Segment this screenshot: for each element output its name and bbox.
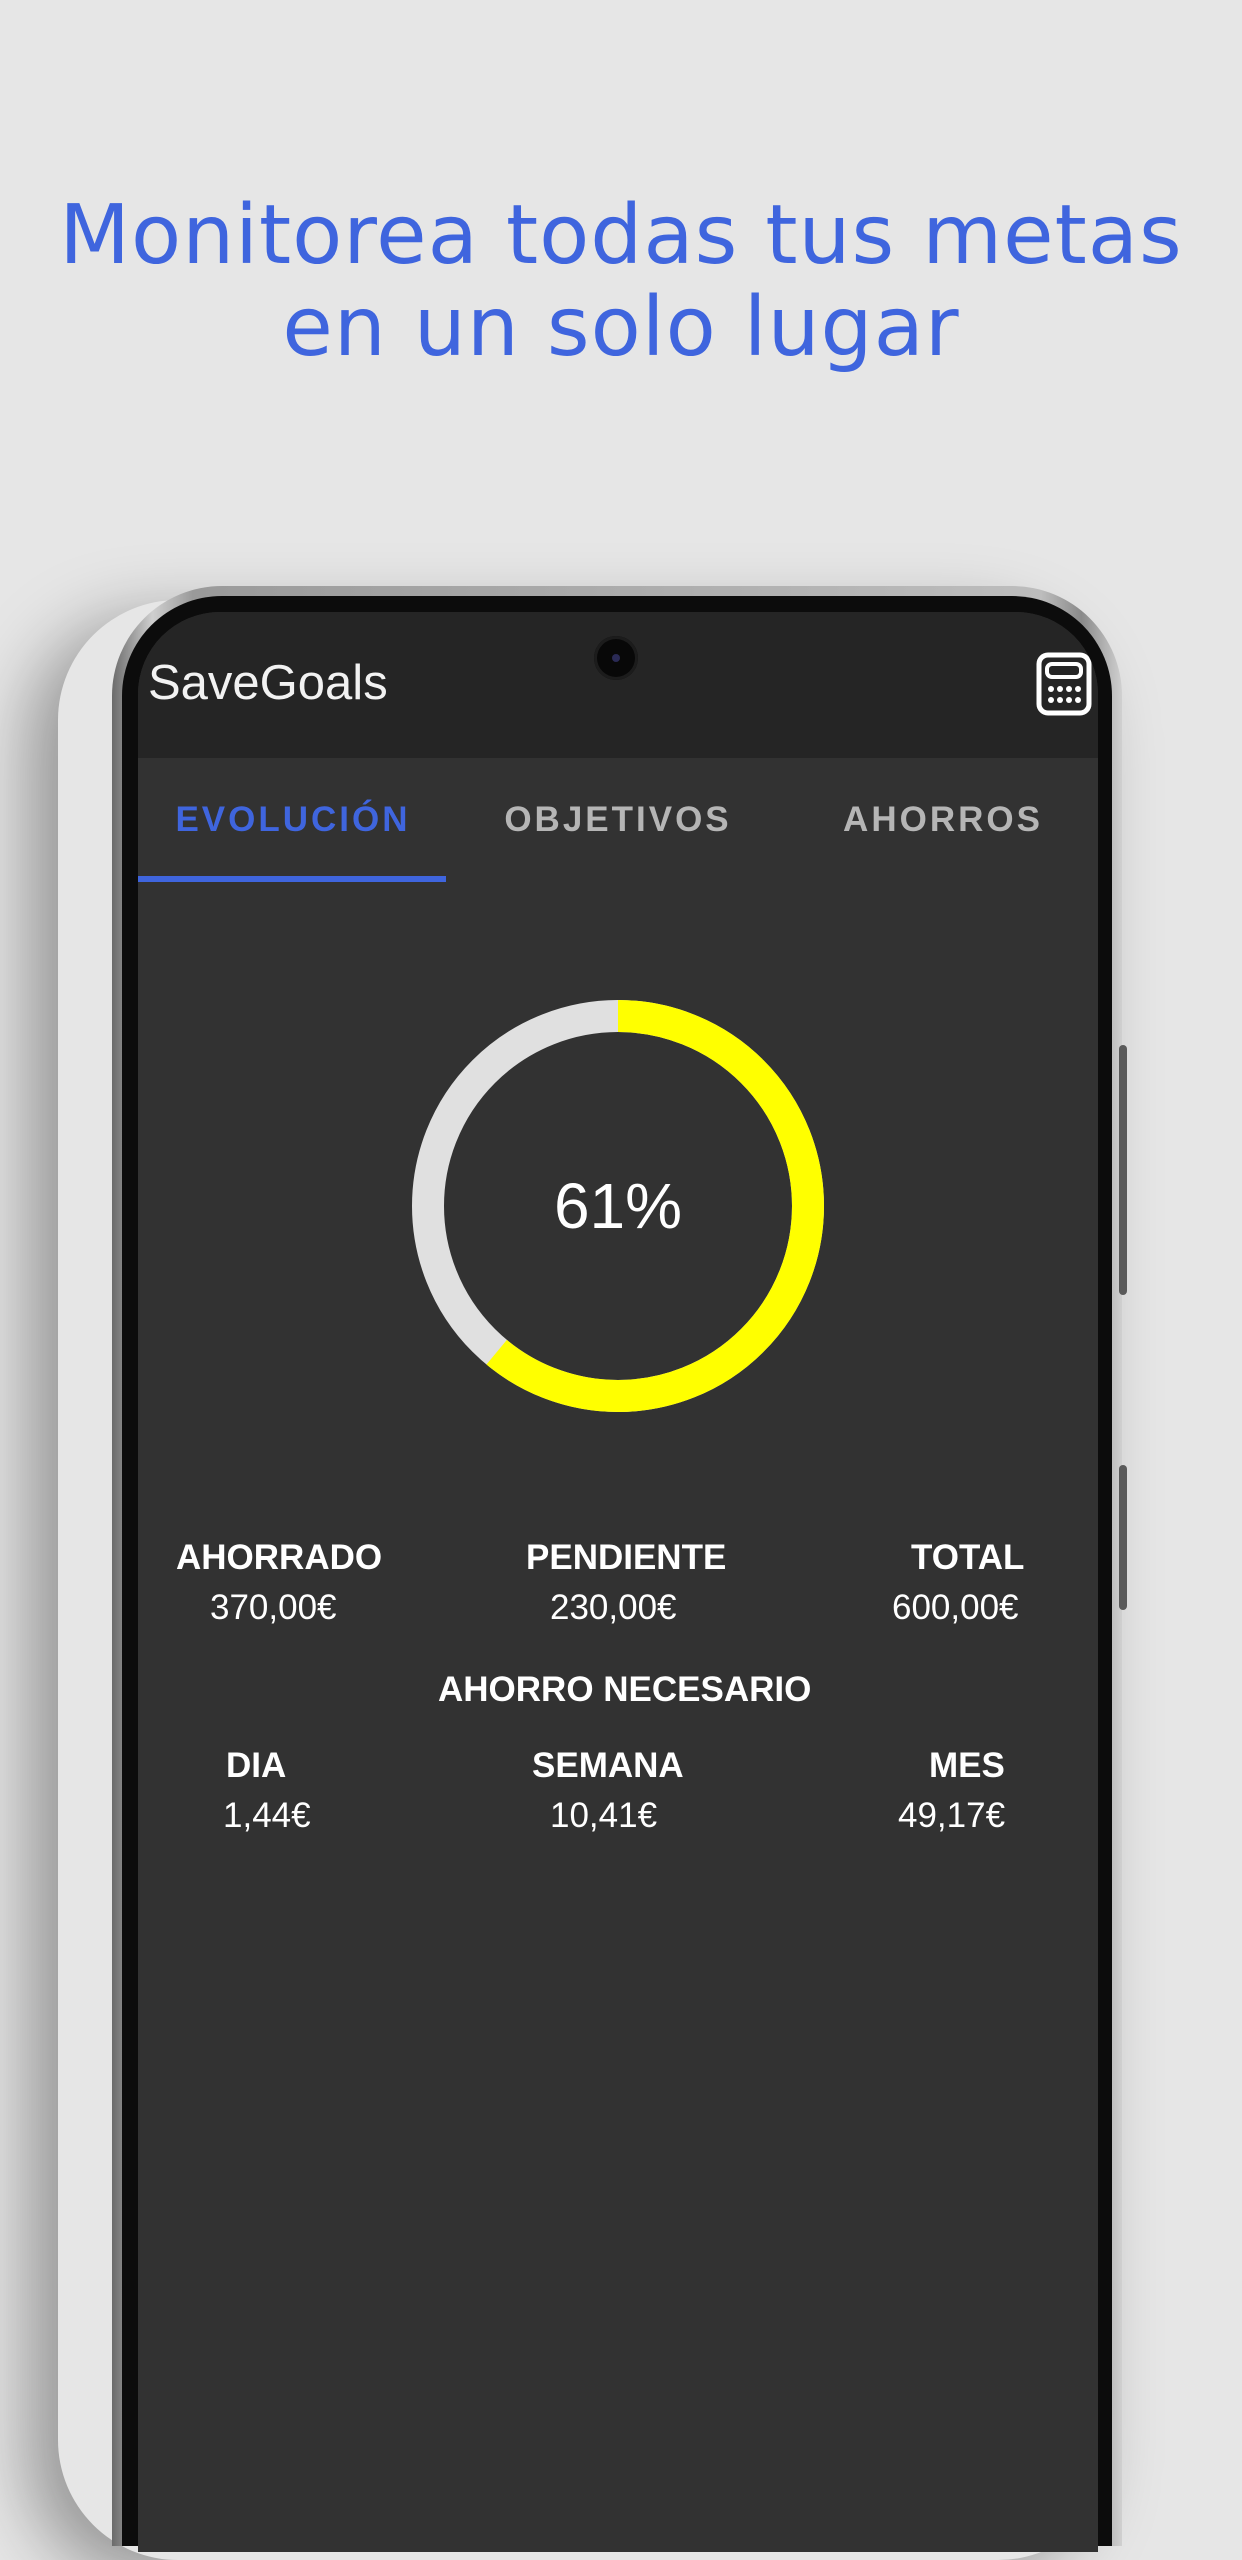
active-tab-indicator xyxy=(138,876,446,882)
week-value: 10,41€ xyxy=(550,1796,658,1835)
tab-bar: EVOLUCIÓN OBJETIVOS AHORROS xyxy=(138,758,1098,882)
phone-power-button xyxy=(1119,1045,1127,1295)
total-label: TOTAL xyxy=(911,1538,1025,1577)
week-label: SEMANA xyxy=(532,1746,684,1785)
calculator-icon[interactable] xyxy=(1036,652,1092,716)
tab-ahorros[interactable]: AHORROS xyxy=(788,758,1098,882)
pending-label: PENDIENTE xyxy=(526,1538,727,1577)
tab-objetivos[interactable]: OBJETIVOS xyxy=(463,758,773,882)
progress-percent: 61% xyxy=(553,1170,683,1242)
app-title: SaveGoals xyxy=(148,656,388,710)
headline-line-1: Monitorea todas tus metas xyxy=(59,188,1183,283)
pending-value: 230,00€ xyxy=(550,1588,677,1627)
front-camera xyxy=(594,636,638,680)
day-value: 1,44€ xyxy=(223,1796,311,1835)
app-bar: SaveGoals xyxy=(138,612,1098,758)
phone-volume-button xyxy=(1119,1465,1127,1610)
month-value: 49,17€ xyxy=(898,1796,1006,1835)
total-value: 600,00€ xyxy=(892,1588,1019,1627)
phone-screen: SaveGoals EVOLUCIÓN OBJETIVOS AHORROS 61… xyxy=(138,612,1098,2552)
promo-headline: Monitorea todas tus metas en un solo lug… xyxy=(0,190,1242,374)
saved-label: AHORRADO xyxy=(176,1538,383,1577)
needed-savings-heading: AHORRO NECESARIO xyxy=(438,1670,812,1709)
day-label: DIA xyxy=(226,1746,287,1785)
saved-value: 370,00€ xyxy=(210,1588,337,1627)
tab-evolucion[interactable]: EVOLUCIÓN xyxy=(138,758,448,882)
headline-line-2: en un solo lugar xyxy=(282,280,960,375)
month-label: MES xyxy=(929,1746,1005,1785)
